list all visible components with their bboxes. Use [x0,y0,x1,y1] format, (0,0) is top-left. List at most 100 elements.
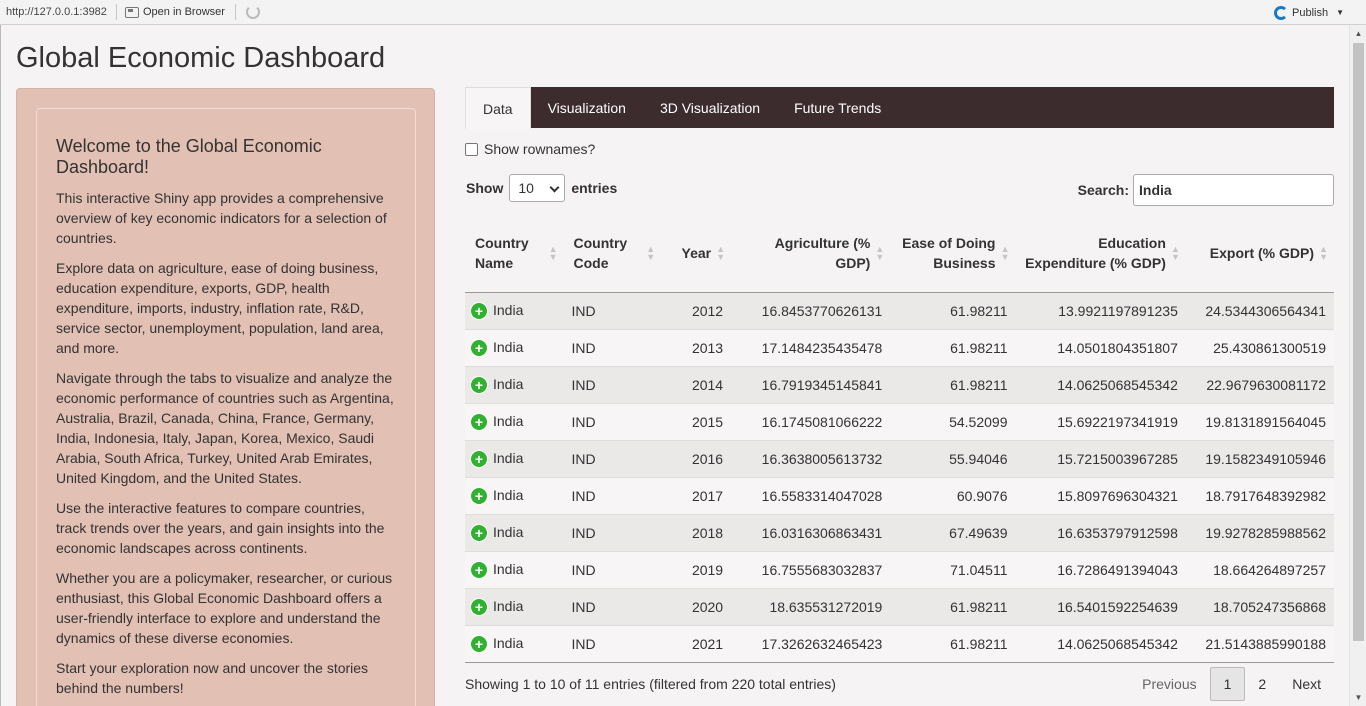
column-header-country-code[interactable]: Country Code ▲ ▼ [563,215,662,293]
reload-icon[interactable] [245,5,260,19]
data-table: Country Name ▲ ▼ Country Code ▲ ▼ Year ▲ ▼ Agr… [465,215,1334,663]
expand-row-icon[interactable]: + [471,488,487,505]
tab-visualization[interactable]: Visualization [531,87,643,128]
expand-row-icon[interactable]: + [471,377,487,394]
expand-row-icon[interactable]: + [471,562,487,579]
column-header-year[interactable]: Year ▲ ▼ [661,215,732,293]
cell-text: India [493,338,524,355]
table-cell: IND [563,365,662,403]
next-page-button[interactable]: Next [1279,667,1334,701]
welcome-paragraph: Use the interactive features to compare … [56,500,385,556]
scroll-down-icon[interactable]: ▼ [1350,689,1366,706]
sort-icon: ▲ ▼ [875,244,885,263]
scroll-up-icon[interactable]: ▲ [1350,25,1366,42]
table-row: + India IND 2014 16.7919345145841 61.98211 14.… [465,365,1334,403]
page-title: Global Economic Dashboard [16,42,386,74]
page-button-2[interactable]: 2 [1245,667,1279,701]
table-cell: 15.6922197341919 [1015,402,1186,440]
table-body: + India IND 2012 16.8453770626131 61.98211 13.… [465,291,1334,663]
expand-row-icon[interactable]: + [471,303,487,320]
cell-text: India [493,486,524,503]
table-cell: IND [563,624,662,663]
table-cell: 71.04511 [890,550,1016,588]
cell-country-name: + India [465,328,564,366]
cell-country-name: + India [465,587,564,625]
welcome-paragraph: Explore data on agriculture, ease of doi… [56,260,384,356]
table-cell: 61.98211 [890,587,1016,625]
column-header-ease-of-business[interactable]: Ease of Doing Business ▲ ▼ [890,215,1016,293]
search-input[interactable]: India [1133,174,1334,206]
table-cell: 16.7555683032837 [731,550,891,588]
table-cell: 2019 [661,550,732,588]
table-cell: 19.1582349105946 [1185,439,1334,477]
table-cell: 16.8453770626131 [731,291,891,329]
chevron-down-icon: ▼ [1336,8,1344,17]
cell-text: India [493,301,524,318]
expand-row-icon[interactable]: + [471,340,487,357]
table-cell: 61.98211 [890,365,1016,403]
sort-icon: ▲ ▼ [548,244,558,263]
show-rownames-toggle[interactable]: Show rownames? [465,141,595,157]
table-cell: 15.8097696304321 [1015,476,1186,514]
sort-icon: ▲ ▼ [1319,244,1328,263]
table-cell: 2020 [661,587,732,625]
table-cell: 16.7919345145841 [731,365,891,403]
table-cell: 21.5143885990188 [1185,624,1334,663]
table-cell: 61.98211 [890,328,1016,366]
previous-page-button[interactable]: Previous [1129,667,1209,701]
entries-select[interactable]: 10 [509,174,566,202]
table-cell: 16.3638005613732 [731,439,891,477]
table-cell: 2015 [661,402,732,440]
table-cell: 54.52099 [890,402,1016,440]
column-header-label: Export (% GDP) [1209,245,1314,262]
tab-data[interactable]: Data [465,87,531,129]
table-cell: 16.5401592254639 [1015,587,1186,625]
expand-row-icon[interactable]: + [471,636,487,653]
sort-icon: ▲ ▼ [1000,244,1010,263]
column-header-country-name[interactable]: Country Name ▲ ▼ [465,215,564,293]
expand-row-icon[interactable]: + [471,525,487,542]
table-cell: 16.5583314047028 [731,476,891,514]
publish-label: Publish [1292,6,1329,19]
table-cell: 18.635531272019 [731,587,891,625]
column-header-label: Year [681,245,712,262]
cell-text: India [493,523,524,540]
table-cell: IND [563,439,662,477]
sort-icon: ▲ ▼ [1170,244,1180,263]
open-in-browser-button[interactable]: Open in Browser [121,6,231,18]
page-button-1[interactable]: 1 [1209,667,1246,701]
show-label: Show [466,180,504,196]
column-header-export[interactable]: Export (% GDP) ▲ ▼ [1185,215,1334,293]
publish-button[interactable]: Publish ▼ [1274,0,1344,25]
tab-bar: Data Visualization 3D Visualization Futu… [465,87,1334,129]
welcome-paragraph: Navigate through the tabs to visualize a… [56,370,394,486]
cell-country-name: + India [465,291,564,329]
table-row: + India IND 2021 17.3262632465423 61.98211 14.… [465,624,1334,663]
expand-row-icon[interactable]: + [471,451,487,468]
chevron-down-icon [549,182,560,193]
welcome-paragraph: Start your exploration now and uncover t… [56,660,369,696]
table-cell: 13.9921197891235 [1015,291,1186,329]
table-cell: 55.94046 [890,439,1016,477]
scrollbar-thumb[interactable] [1353,43,1364,641]
tab-future-trends[interactable]: Future Trends [777,87,898,128]
search-control: Search: India [1078,174,1334,206]
tab-3d-visualization[interactable]: 3D Visualization [643,87,777,128]
table-row: + India IND 2017 16.5583314047028 60.9076 15.8… [465,476,1334,514]
show-rownames-label: Show rownames? [484,141,596,157]
table-cell: 61.98211 [890,624,1016,663]
column-header-label: Country Name [475,235,529,272]
expand-row-icon[interactable]: + [471,414,487,431]
expand-row-icon[interactable]: + [471,599,487,616]
table-cell: 2013 [661,328,732,366]
table-cell: 16.0316306863431 [731,513,891,551]
page-scrollbar[interactable]: ▲ ▼ [1349,25,1366,706]
cell-text: India [493,412,524,429]
viewer-url: http://127.0.0.1:3982 [6,6,107,18]
table-row: + India IND 2012 16.8453770626131 61.98211 13.… [465,291,1334,329]
column-header-education-expenditure[interactable]: Education Expenditure (% GDP) ▲ ▼ [1015,215,1186,293]
column-header-agriculture[interactable]: Agriculture (% GDP) ▲ ▼ [731,215,891,293]
show-rownames-checkbox[interactable] [465,142,478,156]
cell-country-name: + India [465,402,564,440]
table-cell: 2017 [661,476,732,514]
